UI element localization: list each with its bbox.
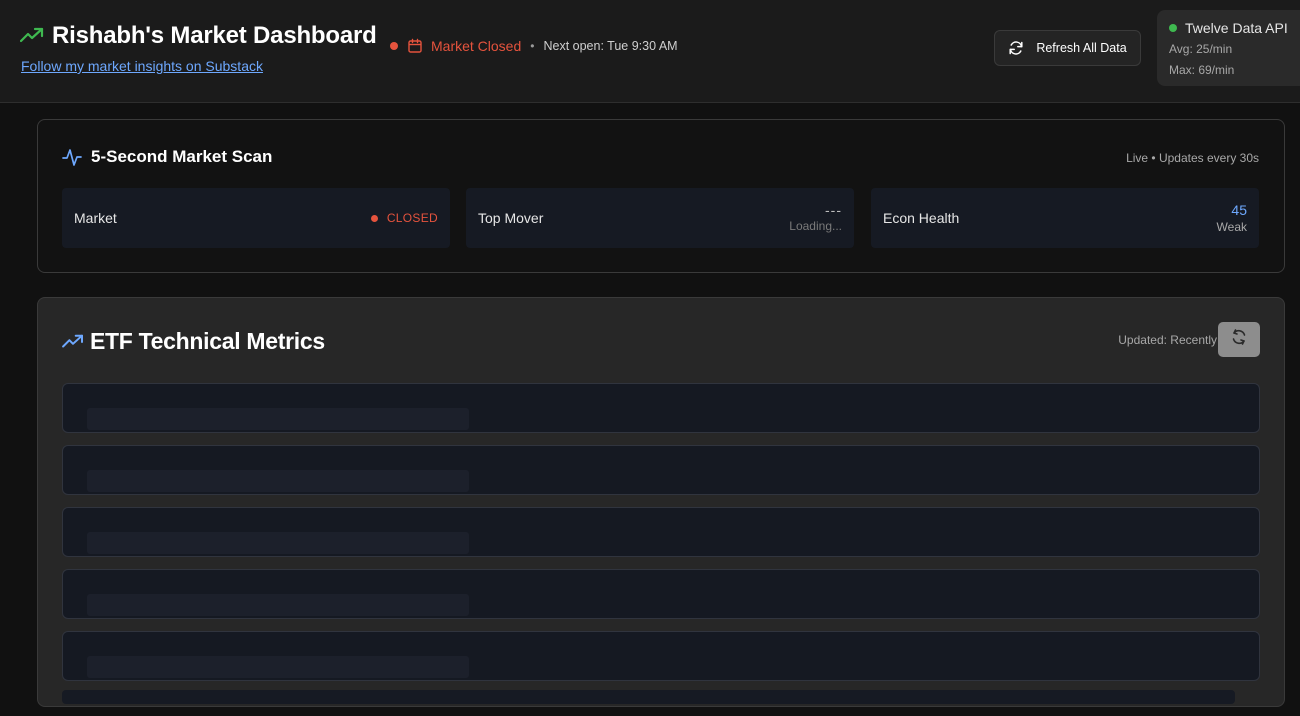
econ-health-score: 45 — [1231, 202, 1247, 218]
skeleton-bar — [87, 532, 469, 554]
refresh-all-label: Refresh All Data — [1036, 41, 1127, 55]
skeleton-bar — [87, 594, 469, 616]
top-mover-loading: Loading... — [789, 219, 842, 233]
scan-card-market: Market CLOSED — [62, 188, 450, 248]
market-scan-panel: 5-Second Market Scan Live • Updates ever… — [37, 119, 1285, 273]
top-header: Rishabh's Market Dashboard Follow my mar… — [0, 0, 1300, 103]
etf-header: ETF Technical Metrics — [62, 328, 325, 355]
api-name: Twelve Data API — [1185, 20, 1288, 36]
etf-skeleton-row — [62, 507, 1260, 557]
etf-metrics-panel: ETF Technical Metrics Updated: Recently — [37, 297, 1285, 707]
activity-pulse-icon — [62, 147, 82, 167]
refresh-all-button[interactable]: Refresh All Data — [994, 30, 1141, 66]
refresh-icon — [1008, 40, 1024, 56]
scan-live-text: Live • Updates every 30s — [1126, 151, 1259, 165]
closed-label: CLOSED — [386, 211, 438, 225]
separator-dot: • — [530, 39, 535, 53]
etf-updated-text: Updated: Recently — [1118, 333, 1217, 347]
etf-skeleton-row — [62, 569, 1260, 619]
api-avg-rate: Avg: 25/min — [1169, 42, 1233, 56]
etf-skeleton-row — [62, 445, 1260, 495]
etf-skeleton-row — [62, 631, 1260, 681]
api-status-box: Twelve Data API Avg: 25/min Max: 69/min — [1157, 10, 1300, 86]
market-status-label: Market Closed — [431, 38, 522, 54]
scan-card-label: Market — [74, 210, 117, 226]
scan-card-label: Top Mover — [478, 210, 544, 226]
closed-dot — [370, 214, 378, 222]
calendar-icon — [407, 38, 423, 54]
skeleton-bar — [87, 408, 469, 430]
trending-up-icon — [19, 26, 44, 46]
substack-link[interactable]: Follow my market insights on Substack — [21, 58, 377, 74]
scan-header: 5-Second Market Scan — [62, 147, 272, 167]
skeleton-bar — [87, 470, 469, 492]
market-closed-badge: CLOSED — [370, 211, 438, 225]
etf-skeleton-row — [62, 383, 1260, 433]
refresh-cw-icon — [1230, 328, 1248, 351]
scan-title: 5-Second Market Scan — [91, 147, 273, 166]
scan-card-label: Econ Health — [883, 210, 960, 226]
trending-up-icon — [62, 333, 84, 351]
scan-card-econ-health: Econ Health 45 Weak — [871, 188, 1259, 248]
app-title: Rishabh's Market Dashboard — [52, 22, 377, 49]
top-mover-value: --- — [825, 202, 842, 218]
etf-title: ETF Technical Metrics — [90, 328, 325, 354]
api-status-dot — [1169, 24, 1177, 32]
next-open-text: Next open: Tue 9:30 AM — [543, 39, 678, 53]
api-max-rate: Max: 69/min — [1169, 63, 1235, 77]
scan-card-top-mover: Top Mover --- Loading... — [466, 188, 854, 248]
skeleton-bottom-bar — [62, 690, 1235, 704]
brand: Rishabh's Market Dashboard Follow my mar… — [19, 22, 377, 74]
econ-health-value-group: 45 Weak — [1217, 202, 1247, 234]
market-status: Market Closed • Next open: Tue 9:30 AM — [390, 38, 678, 54]
etf-refresh-button[interactable] — [1218, 322, 1260, 357]
top-mover-value-group: --- Loading... — [789, 202, 842, 233]
skeleton-bar — [87, 656, 469, 678]
status-dot — [390, 42, 398, 50]
econ-health-rating: Weak — [1216, 220, 1247, 234]
